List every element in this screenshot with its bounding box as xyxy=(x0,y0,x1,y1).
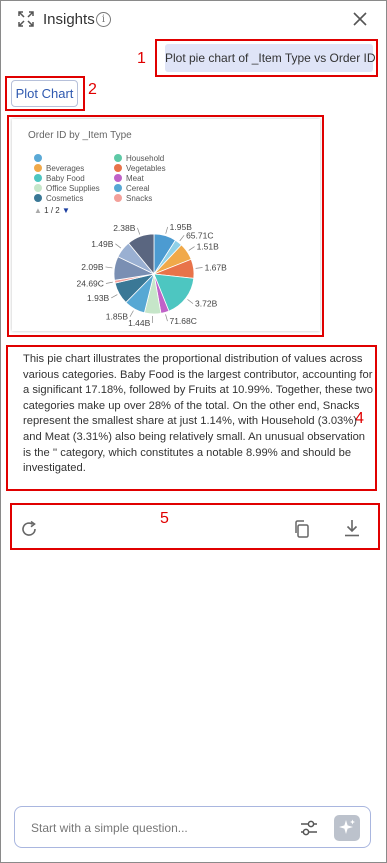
question-composer xyxy=(14,806,371,848)
slice-data-label: 2.09B xyxy=(81,262,104,272)
slice-label-leader xyxy=(105,266,113,269)
annotation-number-5: 5 xyxy=(160,510,169,527)
send-button[interactable] xyxy=(334,815,360,841)
slice-label-leader xyxy=(137,227,141,235)
panel-title: Insights xyxy=(43,11,95,28)
pie-chart-card: Order ID by _Item Type Household Beverage… xyxy=(12,119,320,331)
slice-label-leader xyxy=(188,246,195,251)
slice-data-label: 1.49B xyxy=(91,239,114,249)
slice-label-leader xyxy=(105,281,113,284)
slice-data-label: 1.67B xyxy=(205,262,228,272)
slice-label-leader xyxy=(165,314,168,322)
slice-label-leader xyxy=(115,243,122,249)
slice-data-label: 71.68C xyxy=(169,316,196,326)
sparkle-icon xyxy=(339,819,355,834)
slice-data-label: 65.71C xyxy=(186,230,213,240)
download-icon[interactable] xyxy=(342,518,362,538)
panel-header: Insights i xyxy=(0,0,387,40)
slice-label-leader xyxy=(165,226,169,234)
slice-data-label: 1.85B xyxy=(106,312,129,322)
copy-icon[interactable] xyxy=(292,519,312,539)
expand-icon[interactable] xyxy=(17,10,35,28)
slice-data-label: 1.44B xyxy=(128,318,151,328)
slice-data-label: 3.72B xyxy=(195,299,218,309)
chart-description: This pie chart illustrates the proportio… xyxy=(23,353,373,475)
slice-data-label: 2.38B xyxy=(113,223,136,233)
close-icon[interactable] xyxy=(350,9,370,29)
slice-label-leader xyxy=(195,267,203,269)
refresh-icon[interactable] xyxy=(19,519,39,539)
annotation-box-5 xyxy=(10,503,380,550)
slice-data-label: 1.93B xyxy=(87,293,110,303)
question-input[interactable] xyxy=(31,818,291,838)
plot-chart-button[interactable]: Plot Chart xyxy=(11,80,78,107)
slice-data-label: 1.51B xyxy=(197,242,220,252)
slice-data-label: 24.69C xyxy=(77,278,104,288)
pie-chart: 1.95B65.71C1.51B1.67B3.72B71.68C1.44B1.8… xyxy=(77,222,228,328)
slice-label-leader xyxy=(179,235,185,242)
user-message: Plot pie chart of _Item Type vs Order ID xyxy=(165,44,376,72)
sliders-icon[interactable] xyxy=(298,817,320,839)
annotation-number-2: 2 xyxy=(88,81,97,98)
slice-label-leader xyxy=(187,299,194,304)
annotation-number-1: 1 xyxy=(137,50,146,67)
info-icon[interactable]: i xyxy=(96,12,111,27)
slice-label-leader xyxy=(129,310,134,317)
slice-label-leader xyxy=(111,294,118,299)
